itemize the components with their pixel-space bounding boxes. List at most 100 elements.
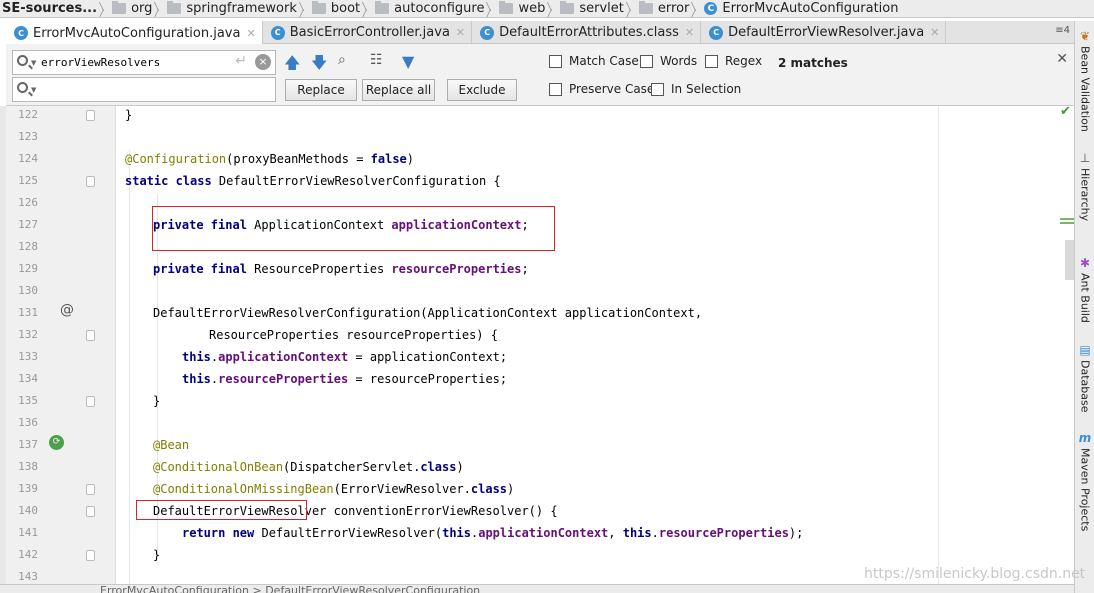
replace-button[interactable]: Replace	[285, 79, 357, 101]
match-case-checkbox[interactable]: Match Case	[549, 54, 639, 68]
database-icon: ▤	[1079, 343, 1091, 357]
in-selection-checkbox[interactable]: In Selection	[651, 82, 741, 96]
clear-icon[interactable]: ×	[255, 54, 271, 70]
fold-marker[interactable]	[86, 506, 95, 517]
tab-label: DefaultErrorAttributes.class	[499, 25, 679, 40]
folder-icon	[499, 1, 514, 14]
editor-breadcrumb-bar: ErrorMvcAutoConfiguration > DefaultError…	[0, 584, 1074, 593]
ant-icon: ✱	[1079, 256, 1091, 270]
tool-database[interactable]: ▤ Database	[1077, 343, 1093, 413]
tab-overflow-button[interactable]: ≡4	[1055, 25, 1070, 36]
chevron-down-icon[interactable]: ▼	[31, 59, 36, 67]
next-occurrence-icon[interactable]: 🡇	[311, 52, 327, 79]
breadcrumb-label: springframework	[186, 1, 297, 16]
breadcrumb-module[interactable]: SE-sources...	[0, 0, 101, 17]
line-number: 140	[18, 504, 38, 517]
breadcrumb-item-servlet[interactable]: servlet	[558, 0, 628, 17]
breadcrumb-item-error[interactable]: error	[637, 0, 693, 17]
breadcrumb-label: servlet	[579, 1, 624, 16]
checkbox-label: Match Case	[569, 54, 639, 68]
fold-marker[interactable]	[86, 396, 95, 407]
checkbox-box[interactable]	[651, 82, 664, 96]
breadcrumb-item-class[interactable]: C ErrorMvcAutoConfiguration	[702, 0, 902, 17]
search-field[interactable]: ▼ errorViewResolvers ↵ ×	[12, 50, 276, 75]
code-line: ResourceProperties resourceProperties) {	[209, 328, 498, 342]
close-icon[interactable]: ✕	[930, 26, 939, 39]
breadcrumb-item-autoconfigure[interactable]: autoconfigure	[373, 0, 488, 17]
close-icon[interactable]: ✕	[685, 26, 694, 39]
fold-marker[interactable]	[86, 484, 95, 495]
replace-all-button[interactable]: Replace all	[362, 79, 435, 101]
checkbox-box[interactable]	[549, 82, 562, 96]
line-number: 131	[18, 306, 38, 319]
find-all-icon[interactable]: ⌕	[338, 52, 346, 68]
breadcrumb-item-web[interactable]: web	[497, 0, 549, 17]
line-number: 127	[18, 218, 38, 231]
close-icon[interactable]: ✕	[456, 26, 465, 39]
tool-ant-build[interactable]: ✱ Ant Build	[1077, 256, 1093, 323]
line-number: 125	[18, 174, 38, 187]
tool-hierarchy[interactable]: ⊥ Hierarchy	[1077, 151, 1093, 221]
highlight-box	[136, 500, 307, 520]
error-stripe-mark[interactable]	[1060, 222, 1074, 224]
fold-marker[interactable]	[86, 110, 95, 121]
checkbox-box[interactable]	[549, 54, 562, 68]
new-line-icon[interactable]: ↵	[235, 53, 247, 69]
code-line: }	[125, 108, 133, 122]
tool-maven-projects[interactable]: m Maven Projects	[1077, 431, 1093, 531]
fold-marker[interactable]	[86, 176, 95, 187]
scrollbar-thumb[interactable]	[1065, 240, 1074, 280]
close-icon[interactable]: ✕	[246, 27, 255, 40]
code-line: @ConditionalOnMissingBean(ErrorViewResol…	[153, 482, 515, 496]
regex-checkbox[interactable]: Regex	[705, 54, 762, 68]
replace-field[interactable]: ▼	[12, 77, 276, 102]
breadcrumb-item-springframework[interactable]: springframework	[165, 0, 300, 17]
at-annotation-icon[interactable]: @	[60, 302, 74, 318]
folder-icon	[375, 1, 390, 14]
chevron-down-icon[interactable]: ▼	[31, 86, 36, 94]
code-line: static class DefaultErrorViewResolverCon…	[125, 174, 501, 188]
tab-defaulterrorattributes[interactable]: C DefaultErrorAttributes.class ✕	[472, 21, 702, 44]
class-icon: C	[14, 26, 28, 40]
tab-basicerrorcontroller[interactable]: C BasicErrorController.java ✕	[263, 21, 473, 44]
select-all-occurrences-icon[interactable]: ☷	[370, 52, 383, 68]
error-stripe-mark[interactable]	[1060, 218, 1074, 220]
checkbox-label: In Selection	[671, 82, 742, 96]
exclude-button[interactable]: Exclude	[447, 79, 517, 101]
code-editor[interactable]: } @Configuration(proxyBeanMethods = fals…	[117, 106, 1074, 584]
close-icon[interactable]: ✕	[1056, 51, 1068, 67]
checkbox-box[interactable]	[705, 54, 718, 68]
watermark: https://smilenicky.blog.csdn.net	[864, 566, 1086, 582]
checkbox-label: Regex	[725, 54, 763, 68]
tool-bean-validation[interactable]: ❦ Bean Validation	[1077, 29, 1093, 132]
maven-icon: m	[1078, 431, 1092, 445]
line-number: 128	[18, 240, 38, 253]
breadcrumb-separator	[101, 0, 110, 17]
tab-errormvcautoconfiguration[interactable]: C ErrorMvcAutoConfiguration.java ✕	[6, 21, 263, 45]
bean-validation-icon: ❦	[1079, 29, 1091, 43]
breadcrumb-label: ErrorMvcAutoConfiguration	[722, 1, 899, 16]
check-icon: ✔	[1060, 104, 1071, 119]
bean-gutter-icon[interactable]: ⟳	[49, 435, 64, 450]
words-checkbox[interactable]: Words	[640, 54, 697, 68]
code-line: this.applicationContext = applicationCon…	[182, 350, 508, 364]
find-replace-bar: ▼ errorViewResolvers ↵ × ▼ 🡅 🡇 ⌕ ☷ ▼ Rep…	[6, 44, 1074, 106]
code-line: return new DefaultErrorViewResolver(this…	[182, 526, 804, 540]
fold-marker[interactable]	[86, 550, 95, 561]
filter-icon[interactable]: ▼	[402, 52, 414, 71]
line-number: 129	[18, 262, 38, 275]
breadcrumb-item-boot[interactable]: boot	[310, 0, 364, 17]
line-number: 143	[18, 570, 38, 583]
search-input[interactable]: errorViewResolvers	[41, 56, 160, 69]
line-number: 135	[18, 394, 38, 407]
previous-occurrence-icon[interactable]: 🡅	[284, 52, 300, 79]
breadcrumb-separator	[156, 0, 165, 17]
line-number: 122	[18, 108, 38, 121]
breadcrumb-item-org[interactable]: org	[110, 0, 156, 17]
checkbox-label: Preserve Case	[569, 82, 655, 96]
checkbox-box[interactable]	[640, 54, 653, 68]
tab-defaulterrorviewresolver[interactable]: C DefaultErrorViewResolver.java ✕	[701, 21, 947, 44]
preserve-case-checkbox[interactable]: Preserve Case	[549, 82, 654, 96]
editor-tabs: C ErrorMvcAutoConfiguration.java ✕ C BasicE…	[6, 21, 1074, 45]
fold-marker[interactable]	[86, 330, 95, 341]
